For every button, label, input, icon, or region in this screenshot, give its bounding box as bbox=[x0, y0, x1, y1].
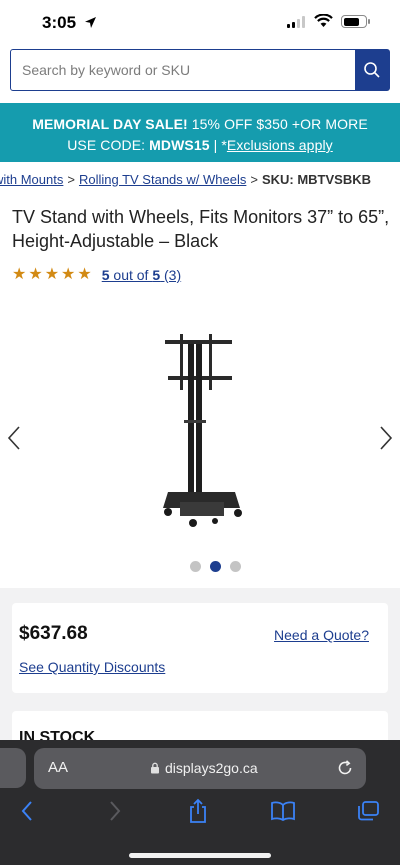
battery-icon bbox=[341, 15, 370, 28]
star-icon: ★ bbox=[61, 266, 76, 283]
bookmarks-icon[interactable] bbox=[270, 801, 296, 821]
chevron-left-icon[interactable] bbox=[6, 425, 22, 451]
exclusions-link[interactable]: Exclusions apply bbox=[227, 137, 333, 153]
carousel-dots bbox=[190, 561, 241, 572]
promo-offer: 15% OFF $350 +OR MORE bbox=[187, 116, 368, 132]
search-bar bbox=[10, 49, 390, 91]
previous-tab-preview[interactable] bbox=[0, 748, 26, 788]
wifi-icon bbox=[314, 14, 333, 27]
breadcrumb-separator: > bbox=[250, 172, 258, 187]
star-icon: ★ bbox=[44, 266, 60, 283]
status-bar: 3:05 bbox=[0, 0, 400, 46]
lock-icon bbox=[151, 762, 159, 774]
product-title: TV Stand with Wheels, Fits Monitors 37” … bbox=[12, 207, 390, 251]
browser-toolbar: AA displays2go.ca bbox=[0, 740, 400, 865]
promo-headline: MEMORIAL DAY SALE! bbox=[32, 116, 188, 132]
location-arrow-icon bbox=[85, 17, 96, 28]
breadcrumb-link-mounts[interactable]: with Mounts bbox=[0, 172, 63, 187]
product-image[interactable] bbox=[160, 330, 245, 530]
rating-count: (3) bbox=[160, 267, 182, 283]
carousel-dot[interactable] bbox=[190, 561, 201, 572]
rating-reviews-link[interactable]: 5 out of 5 (3) bbox=[102, 267, 181, 283]
product-price: $637.68 bbox=[19, 623, 88, 644]
promo-separator: | * bbox=[209, 137, 227, 153]
home-indicator bbox=[129, 853, 271, 858]
breadcrumb-separator: > bbox=[67, 172, 75, 187]
product-rating: ★ ★ ★ ★ ★ 5 out of 5 (3) bbox=[12, 266, 181, 284]
quantity-discounts-link[interactable]: See Quantity Discounts bbox=[19, 659, 165, 675]
rating-max: 5 bbox=[152, 267, 161, 283]
need-quote-link[interactable]: Need a Quote? bbox=[274, 627, 369, 643]
browser-nav-toolbar bbox=[0, 798, 400, 828]
chevron-right-icon[interactable] bbox=[378, 425, 394, 451]
rating-value: 5 bbox=[101, 267, 110, 283]
breadcrumb: with Mounts > Rolling TV Stands w/ Wheels >… bbox=[0, 172, 371, 187]
forward-icon[interactable] bbox=[108, 800, 122, 822]
search-button[interactable] bbox=[355, 50, 389, 90]
rating-out-of: out of bbox=[109, 267, 153, 283]
breadcrumb-sku: SKU: MBTVSBKB bbox=[261, 172, 372, 187]
status-time: 3:05 bbox=[42, 13, 77, 32]
url-text: displays2go.ca bbox=[165, 760, 258, 776]
back-icon[interactable] bbox=[20, 800, 34, 822]
search-icon bbox=[364, 62, 380, 78]
address-bar[interactable]: AA displays2go.ca bbox=[34, 748, 366, 789]
url-display[interactable]: displays2go.ca bbox=[150, 760, 258, 776]
search-input[interactable] bbox=[11, 50, 355, 90]
promo-code: MDWS15 bbox=[149, 137, 210, 153]
price-card: $637.68 Need a Quote? See Quantity Disco… bbox=[12, 603, 388, 693]
reader-settings-button[interactable]: AA bbox=[48, 759, 68, 776]
breadcrumb-link-rolling-stands[interactable]: Rolling TV Stands w/ Wheels bbox=[79, 172, 246, 187]
reload-icon[interactable] bbox=[336, 759, 354, 777]
carousel-dot-active[interactable] bbox=[210, 561, 221, 572]
tabs-icon[interactable] bbox=[356, 800, 380, 822]
star-icon: ★ bbox=[12, 266, 27, 283]
cellular-signal-icon bbox=[287, 16, 305, 28]
carousel-dot[interactable] bbox=[230, 561, 241, 572]
share-icon[interactable] bbox=[188, 798, 208, 824]
promo-banner: MEMORIAL DAY SALE! 15% OFF $350 +OR MORE… bbox=[0, 103, 400, 162]
star-icon: ★ bbox=[77, 266, 92, 283]
promo-code-label: USE CODE: bbox=[67, 137, 150, 153]
star-icon: ★ bbox=[28, 266, 43, 283]
